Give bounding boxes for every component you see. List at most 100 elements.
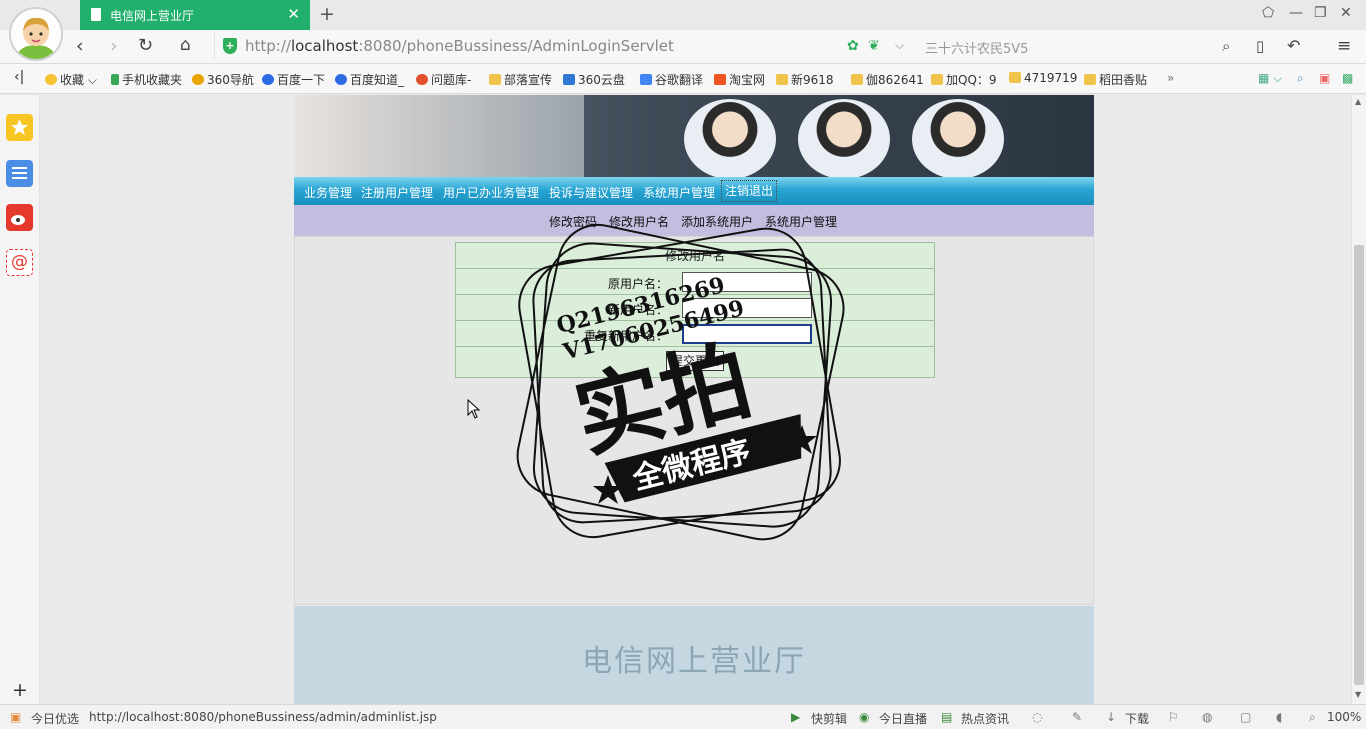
folder-icon <box>931 74 943 85</box>
bookmark-item[interactable]: 谷歌翻译 <box>640 71 703 88</box>
mail-icon[interactable]: @ <box>6 249 33 276</box>
nav-business-manage[interactable]: 业务管理 <box>304 184 352 201</box>
search-box[interactable]: 三十六计农民5V5 <box>925 38 1028 57</box>
page-viewport: 业务管理 注册用户管理 用户已办业务管理 投诉与建议管理 系统用户管理 注销退出… <box>41 95 1351 704</box>
nav-logout[interactable]: 注销退出 <box>721 180 778 202</box>
skin-icon[interactable]: ⬠ <box>1262 5 1274 21</box>
reload-icon[interactable]: ↻ <box>138 35 153 56</box>
zoom-level[interactable]: 100% <box>1327 710 1361 724</box>
close-window-button[interactable]: ✕ <box>1340 5 1352 21</box>
taobao-icon <box>714 74 726 85</box>
zoom-tool-icon[interactable]: ⌕ <box>1297 71 1304 86</box>
bookmark-item[interactable]: 手机收藏夹 <box>111 71 182 88</box>
speed-icon[interactable]: ◌ <box>1032 710 1042 724</box>
footer-title: 电信网上营业厅 <box>582 644 806 679</box>
restore-button[interactable]: ❐ <box>1314 5 1327 21</box>
bookmark-item[interactable]: 伽862641 <box>851 71 924 88</box>
scroll-up-icon[interactable]: ▲ <box>1355 97 1361 106</box>
add-panel-icon[interactable]: + <box>12 679 28 701</box>
menu-icon[interactable]: ≡ <box>1337 36 1351 56</box>
status-item[interactable]: 快剪辑 <box>811 710 847 727</box>
page-body: 修改用户名 原用户名： 新用户名： 重复新用户名： 提交更改 <box>294 236 1094 605</box>
mouse-cursor-icon <box>467 399 481 419</box>
home-icon[interactable]: ⌂ <box>180 35 191 55</box>
search-icon[interactable]: ⌕ <box>1222 37 1230 55</box>
bookmark-item[interactable]: 淘宝网 <box>714 71 765 88</box>
bookmark-item[interactable]: 部落宣传 <box>489 71 552 88</box>
news-icon[interactable]: ▤ <box>941 710 952 724</box>
status-left-label[interactable]: 今日优选 <box>31 710 79 727</box>
form-row: 原用户名： <box>456 269 934 295</box>
agent-photo <box>912 99 1004 177</box>
tab-close-icon[interactable]: ✕ <box>287 5 300 23</box>
forward-icon[interactable]: › <box>110 35 118 57</box>
live-icon[interactable]: ◉ <box>859 710 869 724</box>
weibo-icon[interactable] <box>6 204 33 231</box>
bookmark-item[interactable]: 新9618 <box>776 71 834 88</box>
status-item[interactable]: 热点资讯 <box>961 710 1009 727</box>
apps-icon[interactable]: ▦ ⌵ <box>1258 71 1282 86</box>
undo-icon[interactable]: ↶ <box>1287 36 1300 55</box>
new-username-input[interactable] <box>682 298 812 318</box>
bookmark-item[interactable]: 问题库- <box>416 71 471 88</box>
tab-title: 电信网上营业厅 <box>110 9 195 23</box>
header-banner <box>294 95 1094 177</box>
browser-icon[interactable]: ◍ <box>1202 710 1212 724</box>
bookmark-item[interactable]: 360云盘 <box>563 71 625 88</box>
bookmark-item[interactable]: 收藏 ⌵ <box>45 71 97 88</box>
gift-icon[interactable]: ▣ <box>10 710 21 724</box>
scroll-down-icon[interactable]: ▼ <box>1355 690 1361 699</box>
url-text[interactable]: http://localhost:8080/phoneBussiness/Adm… <box>245 37 674 55</box>
new-username-label: 新用户名： <box>607 303 668 317</box>
collapse-icon[interactable]: ‹| <box>14 69 24 85</box>
address-toolbar: ‹ › ↻ ⌂ + http://localhost:8080/phoneBus… <box>0 30 1366 64</box>
minimize-button[interactable]: — <box>1289 5 1303 21</box>
scroll-thumb[interactable] <box>1354 245 1364 685</box>
mobile-icon[interactable]: ▯ <box>1256 37 1264 55</box>
sub-nav: 修改密码 修改用户名 添加系统用户 系统用户管理 <box>294 205 1094 236</box>
new-tab-button[interactable]: + <box>319 3 335 25</box>
more-bookmarks-icon[interactable]: » <box>1167 71 1174 85</box>
window-icon[interactable]: ▢ <box>1240 710 1251 724</box>
360-icon <box>192 74 204 85</box>
bookmark-item[interactable]: 360导航 <box>192 71 254 88</box>
bookmark-item[interactable]: 4719719 <box>1009 71 1077 85</box>
nav-user-business[interactable]: 用户已办业务管理 <box>443 184 539 201</box>
download-icon[interactable]: ↓ <box>1106 710 1116 724</box>
zoom-icon[interactable]: ⌕ <box>1309 710 1316 725</box>
sound-icon[interactable]: ◖ <box>1276 710 1282 724</box>
subnav-add-system-user[interactable]: 添加系统用户 <box>681 213 753 230</box>
flag-icon[interactable]: ⚐ <box>1168 710 1179 724</box>
repeat-username-input[interactable] <box>682 324 812 344</box>
subnav-system-user-manage[interactable]: 系统用户管理 <box>765 213 837 230</box>
subnav-change-password[interactable]: 修改密码 <box>549 213 597 230</box>
status-item[interactable]: 今日直播 <box>879 710 927 727</box>
pin-icon[interactable]: ✎ <box>1072 710 1082 724</box>
refresh-green-icon[interactable]: ✿ <box>847 38 859 54</box>
reading-list-icon[interactable] <box>6 160 33 187</box>
submit-button[interactable]: 提交更改 <box>666 351 724 371</box>
extension-icon[interactable]: ▩ <box>1342 71 1353 85</box>
status-item[interactable]: 下载 <box>1125 710 1149 727</box>
bookmark-item[interactable]: 加QQ：9 <box>931 71 997 88</box>
folder-icon <box>1009 72 1021 83</box>
browser-tab[interactable]: 电信网上营业厅 ✕ <box>80 0 310 30</box>
bookmark-item[interactable]: 稻田香贴 <box>1084 71 1147 88</box>
bookmark-item[interactable]: 百度知道_ <box>335 71 404 88</box>
user-avatar[interactable] <box>9 7 63 61</box>
vertical-scrollbar[interactable]: ▲ ▼ <box>1351 95 1366 704</box>
dropdown-icon[interactable]: ⌵ <box>895 38 904 53</box>
favorites-icon[interactable] <box>6 114 33 141</box>
old-username-input[interactable] <box>682 272 812 292</box>
status-link: http://localhost:8080/phoneBussiness/adm… <box>89 710 437 724</box>
nav-registered-users[interactable]: 注册用户管理 <box>361 184 433 201</box>
subnav-change-username[interactable]: 修改用户名 <box>609 213 669 230</box>
toolbox-icon[interactable]: ▣ <box>1319 71 1330 85</box>
leaf-icon[interactable]: ❦ <box>868 38 880 54</box>
back-icon[interactable]: ‹ <box>76 35 84 57</box>
nav-system-users[interactable]: 系统用户管理 <box>643 184 715 201</box>
nav-complaints[interactable]: 投诉与建议管理 <box>549 184 633 201</box>
clip-icon[interactable]: ▶ <box>791 710 800 724</box>
bookmark-item[interactable]: 百度一下 <box>262 71 325 88</box>
address-bar[interactable]: + http://localhost:8080/phoneBussiness/A… <box>214 33 914 60</box>
